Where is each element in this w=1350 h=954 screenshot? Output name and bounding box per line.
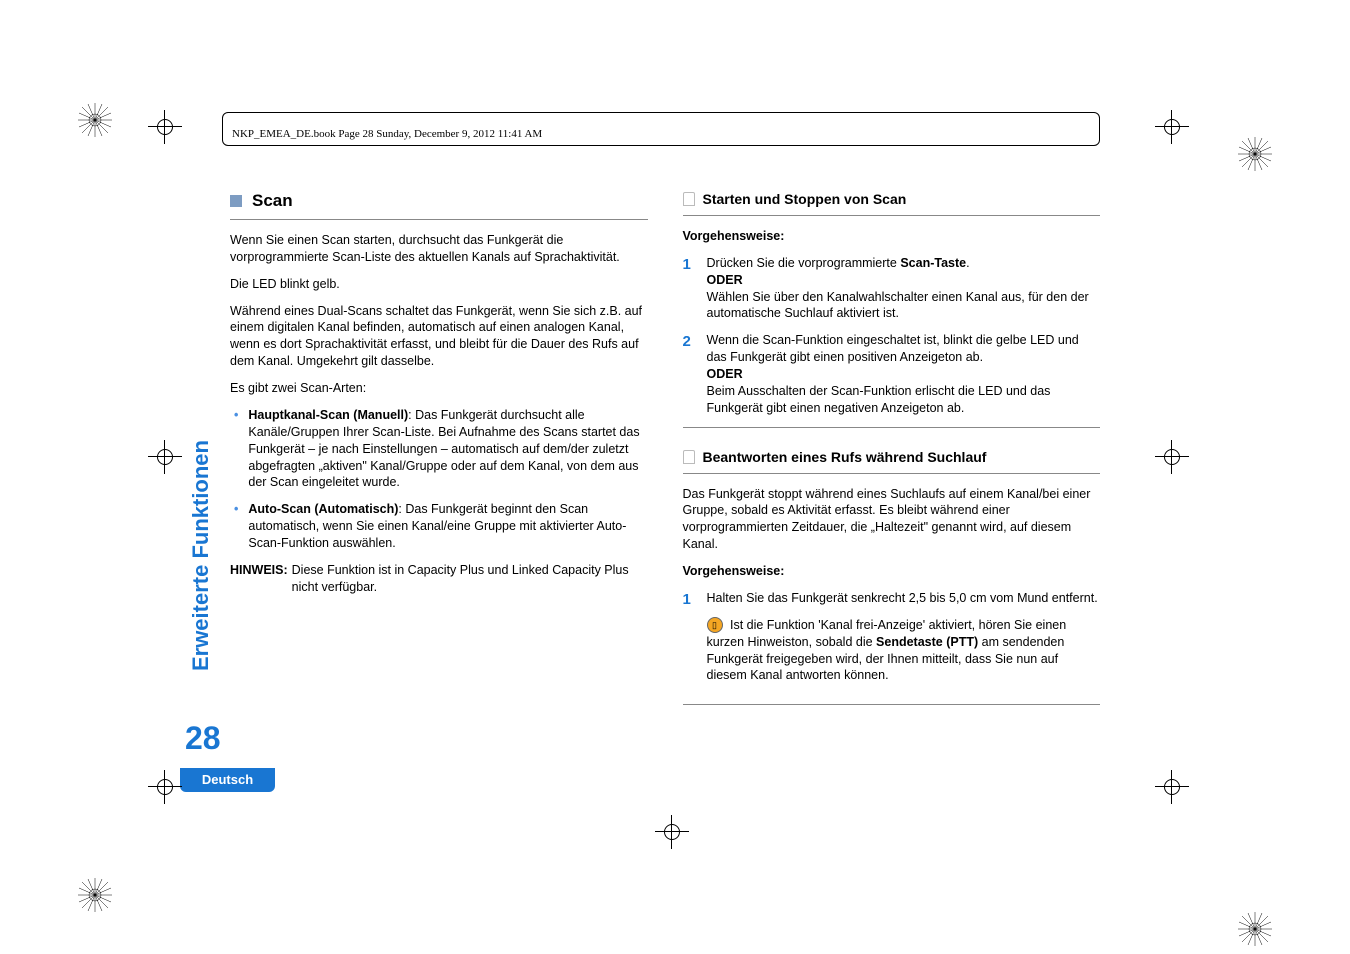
register-mark-icon xyxy=(655,815,689,849)
step: 1 Halten Sie das Funkgerät senkrecht 2,5… xyxy=(683,590,1101,694)
bullet-label: Hauptkanal-Scan (Manuell) xyxy=(248,408,408,422)
step-text: Halten Sie das Funkgerät senkrecht 2,5 b… xyxy=(707,590,1101,607)
subsection: Beantworten eines Rufs während Suchlauf … xyxy=(683,448,1101,706)
subsection-title: Starten und Stoppen von Scan xyxy=(703,190,907,209)
step-text: Drücken Sie die vorprogrammierte xyxy=(707,256,901,270)
list-item: • Hauptkanal-Scan (Manuell): Das Funkger… xyxy=(230,407,648,491)
left-column: Scan Wenn Sie einen Scan starten, durchs… xyxy=(230,190,648,725)
register-mark-icon xyxy=(148,110,182,144)
hinweis-body: Diese Funktion ist in Capacity Plus und … xyxy=(292,562,648,596)
register-mark-icon xyxy=(1155,110,1189,144)
register-mark-icon xyxy=(1155,440,1189,474)
step-body: Drücken Sie die vorprogrammierte Scan-Ta… xyxy=(707,255,1101,323)
content-area: Scan Wenn Sie einen Scan starten, durchs… xyxy=(230,190,1100,725)
page-number: 28 xyxy=(185,720,221,757)
page-icon xyxy=(683,192,695,206)
step-number: 2 xyxy=(683,332,695,416)
oder-label: ODER xyxy=(707,273,743,287)
divider xyxy=(683,427,1101,428)
section-title: Scan xyxy=(252,190,293,213)
hinweis-label: HINWEIS: xyxy=(230,562,288,596)
starburst-icon xyxy=(78,878,112,912)
list-item: • Auto-Scan (Automatisch): Das Funkgerät… xyxy=(230,501,648,552)
divider xyxy=(683,473,1101,474)
register-mark-icon xyxy=(148,440,182,474)
note-text: ▯ Ist die Funktion 'Kanal frei-Anzeige' … xyxy=(707,617,1101,685)
register-mark-icon xyxy=(148,770,182,804)
step-body: Wenn die Scan-Funktion eingeschaltet ist… xyxy=(707,332,1101,416)
step-text: Wenn die Scan-Funktion eingeschaltet ist… xyxy=(707,333,1079,364)
starburst-icon xyxy=(78,103,112,137)
register-mark-icon xyxy=(1155,770,1189,804)
bullet-icon: • xyxy=(234,501,238,552)
step: 1 Drücken Sie die vorprogrammierte Scan-… xyxy=(683,255,1101,323)
paragraph: Das Funkgerät stoppt während eines Suchl… xyxy=(683,486,1101,554)
step-text: Beim Ausschalten der Scan-Funktion erlis… xyxy=(707,384,1051,415)
ptt-label: Sendetaste (PTT) xyxy=(876,635,978,649)
divider xyxy=(683,704,1101,705)
step-body: Halten Sie das Funkgerät senkrecht 2,5 b… xyxy=(707,590,1101,694)
oder-label: ODER xyxy=(707,367,743,381)
starburst-icon xyxy=(1238,912,1272,946)
bullet-icon: • xyxy=(234,407,238,491)
section-marker-icon xyxy=(230,195,242,207)
step-number: 1 xyxy=(683,590,695,694)
paragraph: Während eines Dual-Scans schaltet das Fu… xyxy=(230,303,648,371)
radio-icon: ▯ xyxy=(707,617,723,633)
bullet-body: Hauptkanal-Scan (Manuell): Das Funkgerät… xyxy=(248,407,647,491)
bullet-label: Auto-Scan (Automatisch) xyxy=(248,502,398,516)
language-tab: Deutsch xyxy=(180,768,275,792)
subsection: Starten und Stoppen von Scan Vorgehenswe… xyxy=(683,190,1101,428)
hinweis: HINWEIS: Diese Funktion ist in Capacity … xyxy=(230,562,648,596)
scan-taste-label: Scan-Taste xyxy=(900,256,966,270)
starburst-icon xyxy=(1238,137,1272,171)
subsection-header: Starten und Stoppen von Scan xyxy=(683,190,1101,209)
procedure-label: Vorgehensweise: xyxy=(683,228,1101,245)
side-label: Erweiterte Funktionen xyxy=(188,209,214,440)
step-text: Wählen Sie über den Kanalwahlschalter ei… xyxy=(707,290,1089,321)
divider xyxy=(683,215,1101,216)
right-column: Starten und Stoppen von Scan Vorgehenswe… xyxy=(683,190,1101,725)
divider xyxy=(230,219,648,220)
step-text: . xyxy=(966,256,969,270)
header-info: NKP_EMEA_DE.book Page 28 Sunday, Decembe… xyxy=(232,128,542,140)
paragraph: Es gibt zwei Scan-Arten: xyxy=(230,380,648,397)
procedure-label: Vorgehensweise: xyxy=(683,563,1101,580)
step-number: 1 xyxy=(683,255,695,323)
step: 2 Wenn die Scan-Funktion eingeschaltet i… xyxy=(683,332,1101,416)
paragraph: Die LED blinkt gelb. xyxy=(230,276,648,293)
section-title-row: Scan xyxy=(230,190,648,213)
subsection-title: Beantworten eines Rufs während Suchlauf xyxy=(703,448,987,467)
page-icon xyxy=(683,450,695,464)
paragraph: Wenn Sie einen Scan starten, durchsucht … xyxy=(230,232,648,266)
subsection-header: Beantworten eines Rufs während Suchlauf xyxy=(683,448,1101,467)
bullet-body: Auto-Scan (Automatisch): Das Funkgerät b… xyxy=(248,501,647,552)
